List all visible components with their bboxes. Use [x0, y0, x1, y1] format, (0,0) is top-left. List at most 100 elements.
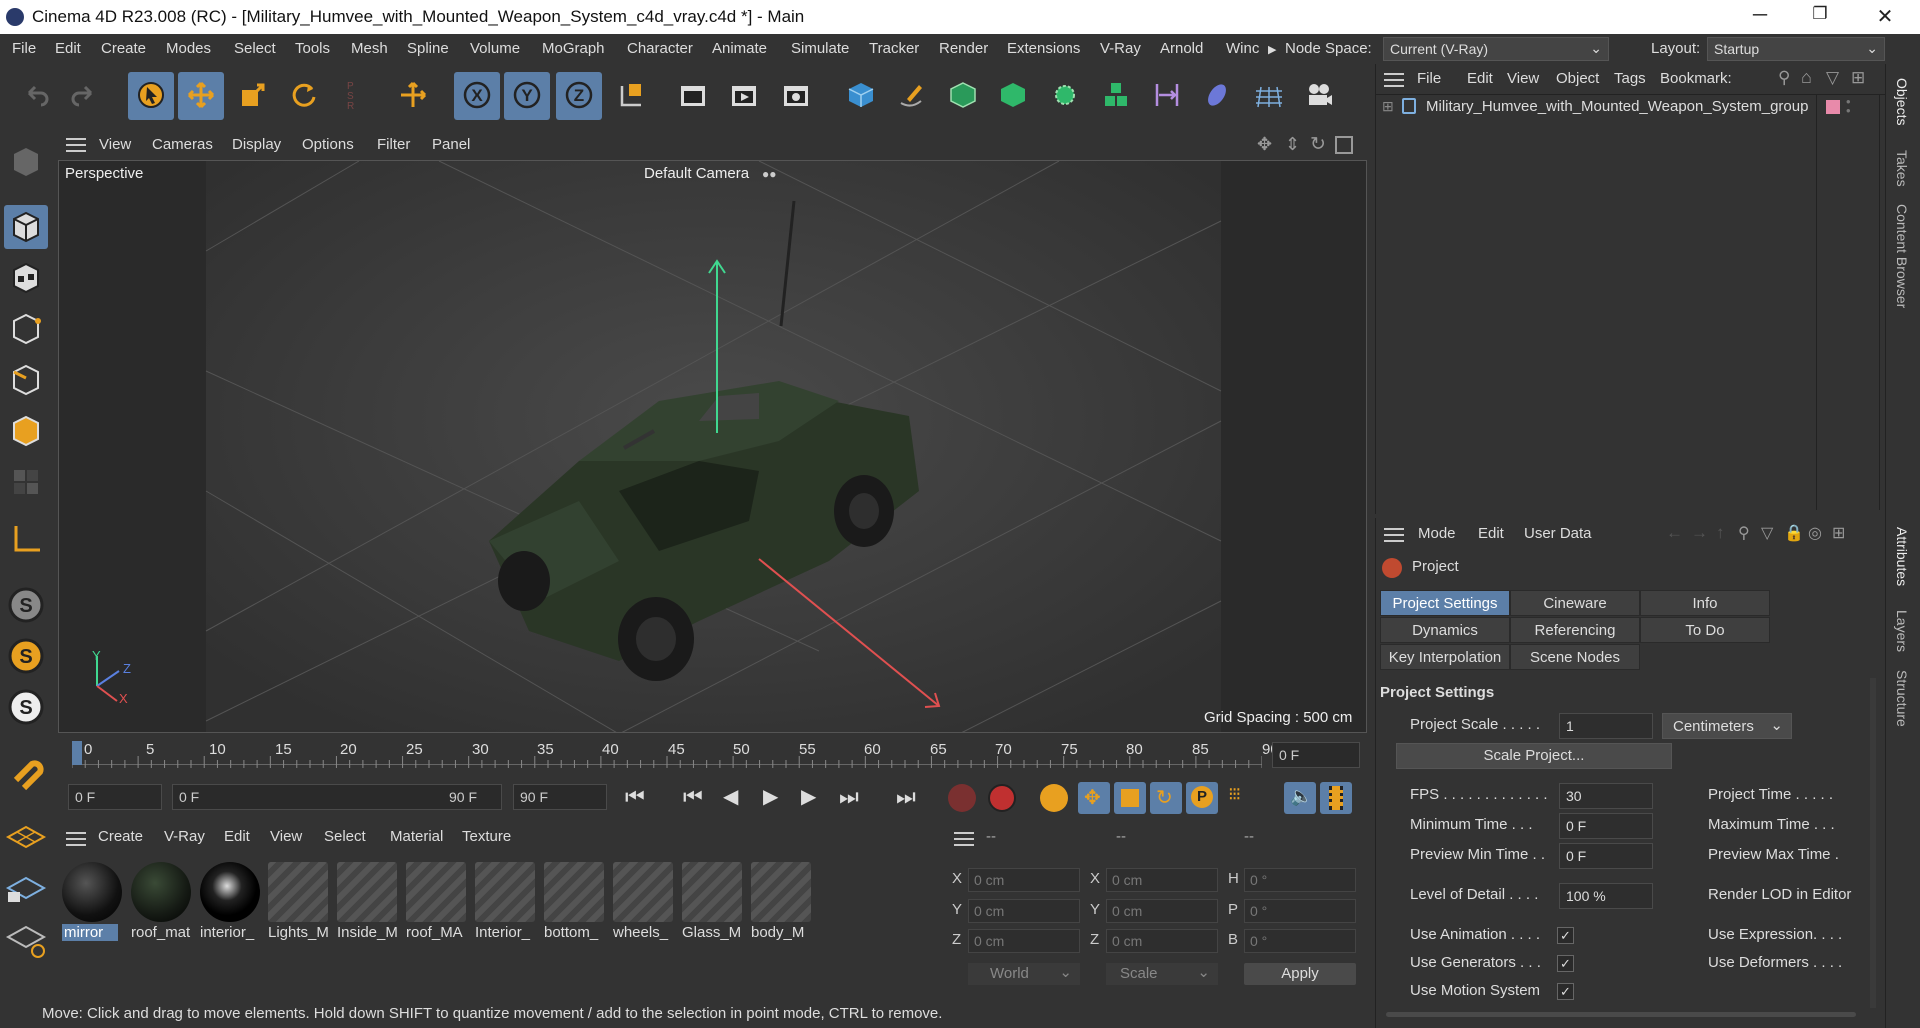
menu-select[interactable]: Select: [234, 40, 276, 57]
maximize-icon[interactable]: ❐: [1800, 4, 1840, 30]
previous-key-icon[interactable]: ⏮: [683, 784, 703, 810]
mat-menu-select[interactable]: Select: [324, 828, 366, 845]
viewport-menu-panel[interactable]: Panel: [432, 136, 470, 153]
deformer-button[interactable]: [1144, 72, 1190, 120]
hamburger-icon[interactable]: [66, 832, 86, 846]
viewport-menu-cameras[interactable]: Cameras: [152, 136, 213, 153]
uv-mode-button[interactable]: [4, 460, 48, 504]
mograph-cloner-button[interactable]: [1042, 72, 1088, 120]
coord-type-dropdown[interactable]: Scale ⌄: [1106, 963, 1218, 985]
tab-cineware[interactable]: Cineware: [1510, 590, 1640, 616]
attr-menu-mode[interactable]: Mode: [1418, 525, 1456, 542]
tab-to-do[interactable]: To Do: [1640, 617, 1770, 643]
record-icon[interactable]: [948, 784, 976, 812]
lock-icon[interactable]: 🔒: [1784, 523, 1804, 543]
tab-structure[interactable]: Structure: [1894, 670, 1910, 727]
obj-menu-edit[interactable]: Edit: [1467, 70, 1493, 87]
material-label[interactable]: Glass_M: [682, 924, 742, 941]
menu-modes[interactable]: Modes: [166, 40, 211, 57]
last-tool-button[interactable]: [390, 72, 436, 120]
scale-project-button[interactable]: Scale Project...: [1396, 743, 1672, 769]
rotate-view-icon[interactable]: ↻: [1310, 133, 1326, 156]
use-generators-checkbox[interactable]: ✓: [1557, 955, 1574, 972]
expand-icon[interactable]: ⊞: [1382, 98, 1394, 115]
autokey-icon[interactable]: [988, 784, 1016, 812]
coord-size-x-field[interactable]: 0 cm: [1106, 868, 1218, 892]
coord-rot-h-field[interactable]: 0 °: [1244, 868, 1356, 892]
tab-info[interactable]: Info: [1640, 590, 1770, 616]
hamburger-icon[interactable]: [1384, 73, 1404, 87]
pan-view-icon[interactable]: ✥: [1257, 134, 1272, 155]
menu-create[interactable]: Create: [101, 40, 146, 57]
visibility-dots-icon[interactable]: • •: [1846, 95, 1851, 117]
object-name[interactable]: Military_Humvee_with_Mounted_Weapon_Syst…: [1426, 98, 1808, 115]
material-swatch-bottom[interactable]: [544, 862, 604, 922]
workplane-button[interactable]: [4, 518, 48, 562]
coord-mode-dropdown[interactable]: World ⌄: [968, 963, 1080, 985]
minimize-icon[interactable]: ─: [1740, 4, 1780, 30]
lod-field[interactable]: 100 %: [1559, 883, 1653, 909]
fps-field[interactable]: 30: [1559, 783, 1653, 809]
make-editable-button[interactable]: [4, 140, 48, 184]
material-label[interactable]: Lights_M: [268, 924, 330, 941]
next-frame-icon[interactable]: ▶: [801, 784, 816, 809]
new-panel-icon[interactable]: ⊞: [1851, 68, 1865, 88]
material-swatch-body[interactable]: [751, 862, 811, 922]
go-to-start-icon[interactable]: ⏮: [625, 784, 645, 810]
key-scale-button[interactable]: [1114, 782, 1146, 814]
cube-object-button[interactable]: [838, 72, 884, 120]
end-frame-field[interactable]: 90 F: [513, 784, 607, 810]
timeline-playhead[interactable]: [72, 741, 82, 765]
floor-object-button[interactable]: [1246, 72, 1292, 120]
snap-s3-button[interactable]: S: [4, 685, 48, 729]
film-strip-button[interactable]: [1320, 782, 1352, 814]
tab-takes[interactable]: Takes: [1894, 150, 1910, 187]
material-label[interactable]: roof_mat: [131, 924, 191, 941]
home-icon[interactable]: ⌂: [1801, 67, 1812, 88]
point-mode-button[interactable]: [4, 307, 48, 351]
snap-s1-button[interactable]: S: [4, 583, 48, 627]
coord-pos-y-field[interactable]: 0 cm: [968, 899, 1080, 923]
menu-arnold[interactable]: Arnold: [1160, 40, 1203, 57]
grid-dynamic-button[interactable]: [4, 917, 48, 961]
attr-menu-user-data[interactable]: User Data: [1524, 525, 1592, 542]
use-animation-checkbox[interactable]: ✓: [1557, 927, 1574, 944]
move-tool-button[interactable]: [178, 72, 224, 120]
previous-frame-icon[interactable]: ◀: [723, 784, 738, 809]
lock-grid-button[interactable]: [4, 866, 48, 910]
timeline-track[interactable]: 0 5 10 15 20 25 30 35 40 45 50 55 60 65 …: [72, 738, 1279, 772]
maximize-view-icon[interactable]: [1335, 136, 1353, 154]
viewport-3d[interactable]: Y Z X Perspective Default Camera ●● Grid…: [58, 160, 1367, 733]
timeline-ruler[interactable]: 0 5 10 15 20 25 30 35 40 45 50 55 60 65 …: [58, 738, 1368, 772]
render-to-picture-viewer-button[interactable]: [721, 72, 767, 120]
frame-range-slider[interactable]: 0 F 90 F: [172, 784, 502, 810]
material-label[interactable]: roof_MA: [406, 924, 466, 941]
key-parameter-button[interactable]: P: [1186, 782, 1218, 814]
camera-object-button[interactable]: [1296, 72, 1342, 120]
edge-mode-button[interactable]: [4, 358, 48, 402]
menu-tracker[interactable]: Tracker: [869, 40, 919, 57]
material-swatch-wheels[interactable]: [613, 862, 673, 922]
menu-window[interactable]: Winc: [1226, 40, 1259, 57]
coord-pos-x-field[interactable]: 0 cm: [968, 868, 1080, 892]
current-frame-field[interactable]: 0 F: [1272, 742, 1360, 768]
key-rotation-button[interactable]: ↻: [1150, 782, 1182, 814]
menu-tools[interactable]: Tools: [295, 40, 330, 57]
material-swatch-roof[interactable]: [131, 862, 191, 922]
layer-color-swatch[interactable]: [1826, 100, 1840, 114]
model-mode-button[interactable]: [4, 205, 48, 249]
close-icon[interactable]: ✕: [1865, 4, 1905, 30]
filter-icon[interactable]: ▽: [1826, 68, 1839, 88]
key-position-button[interactable]: ✥: [1078, 782, 1110, 814]
mat-menu-edit[interactable]: Edit: [224, 828, 250, 845]
hamburger-icon[interactable]: [66, 138, 86, 152]
coord-size-z-field[interactable]: 0 cm: [1106, 929, 1218, 953]
material-label[interactable]: Interior_: [475, 924, 535, 941]
mat-menu-material[interactable]: Material: [390, 828, 443, 845]
menu-vray[interactable]: V-Ray: [1100, 40, 1141, 57]
material-label[interactable]: Inside_M: [337, 924, 397, 941]
scale-tool-button[interactable]: [230, 72, 276, 120]
key-pla-button[interactable]: ⁝⁝⁝: [1224, 782, 1256, 814]
tab-project-settings[interactable]: Project Settings: [1380, 590, 1510, 616]
attr-menu-edit[interactable]: Edit: [1478, 525, 1504, 542]
